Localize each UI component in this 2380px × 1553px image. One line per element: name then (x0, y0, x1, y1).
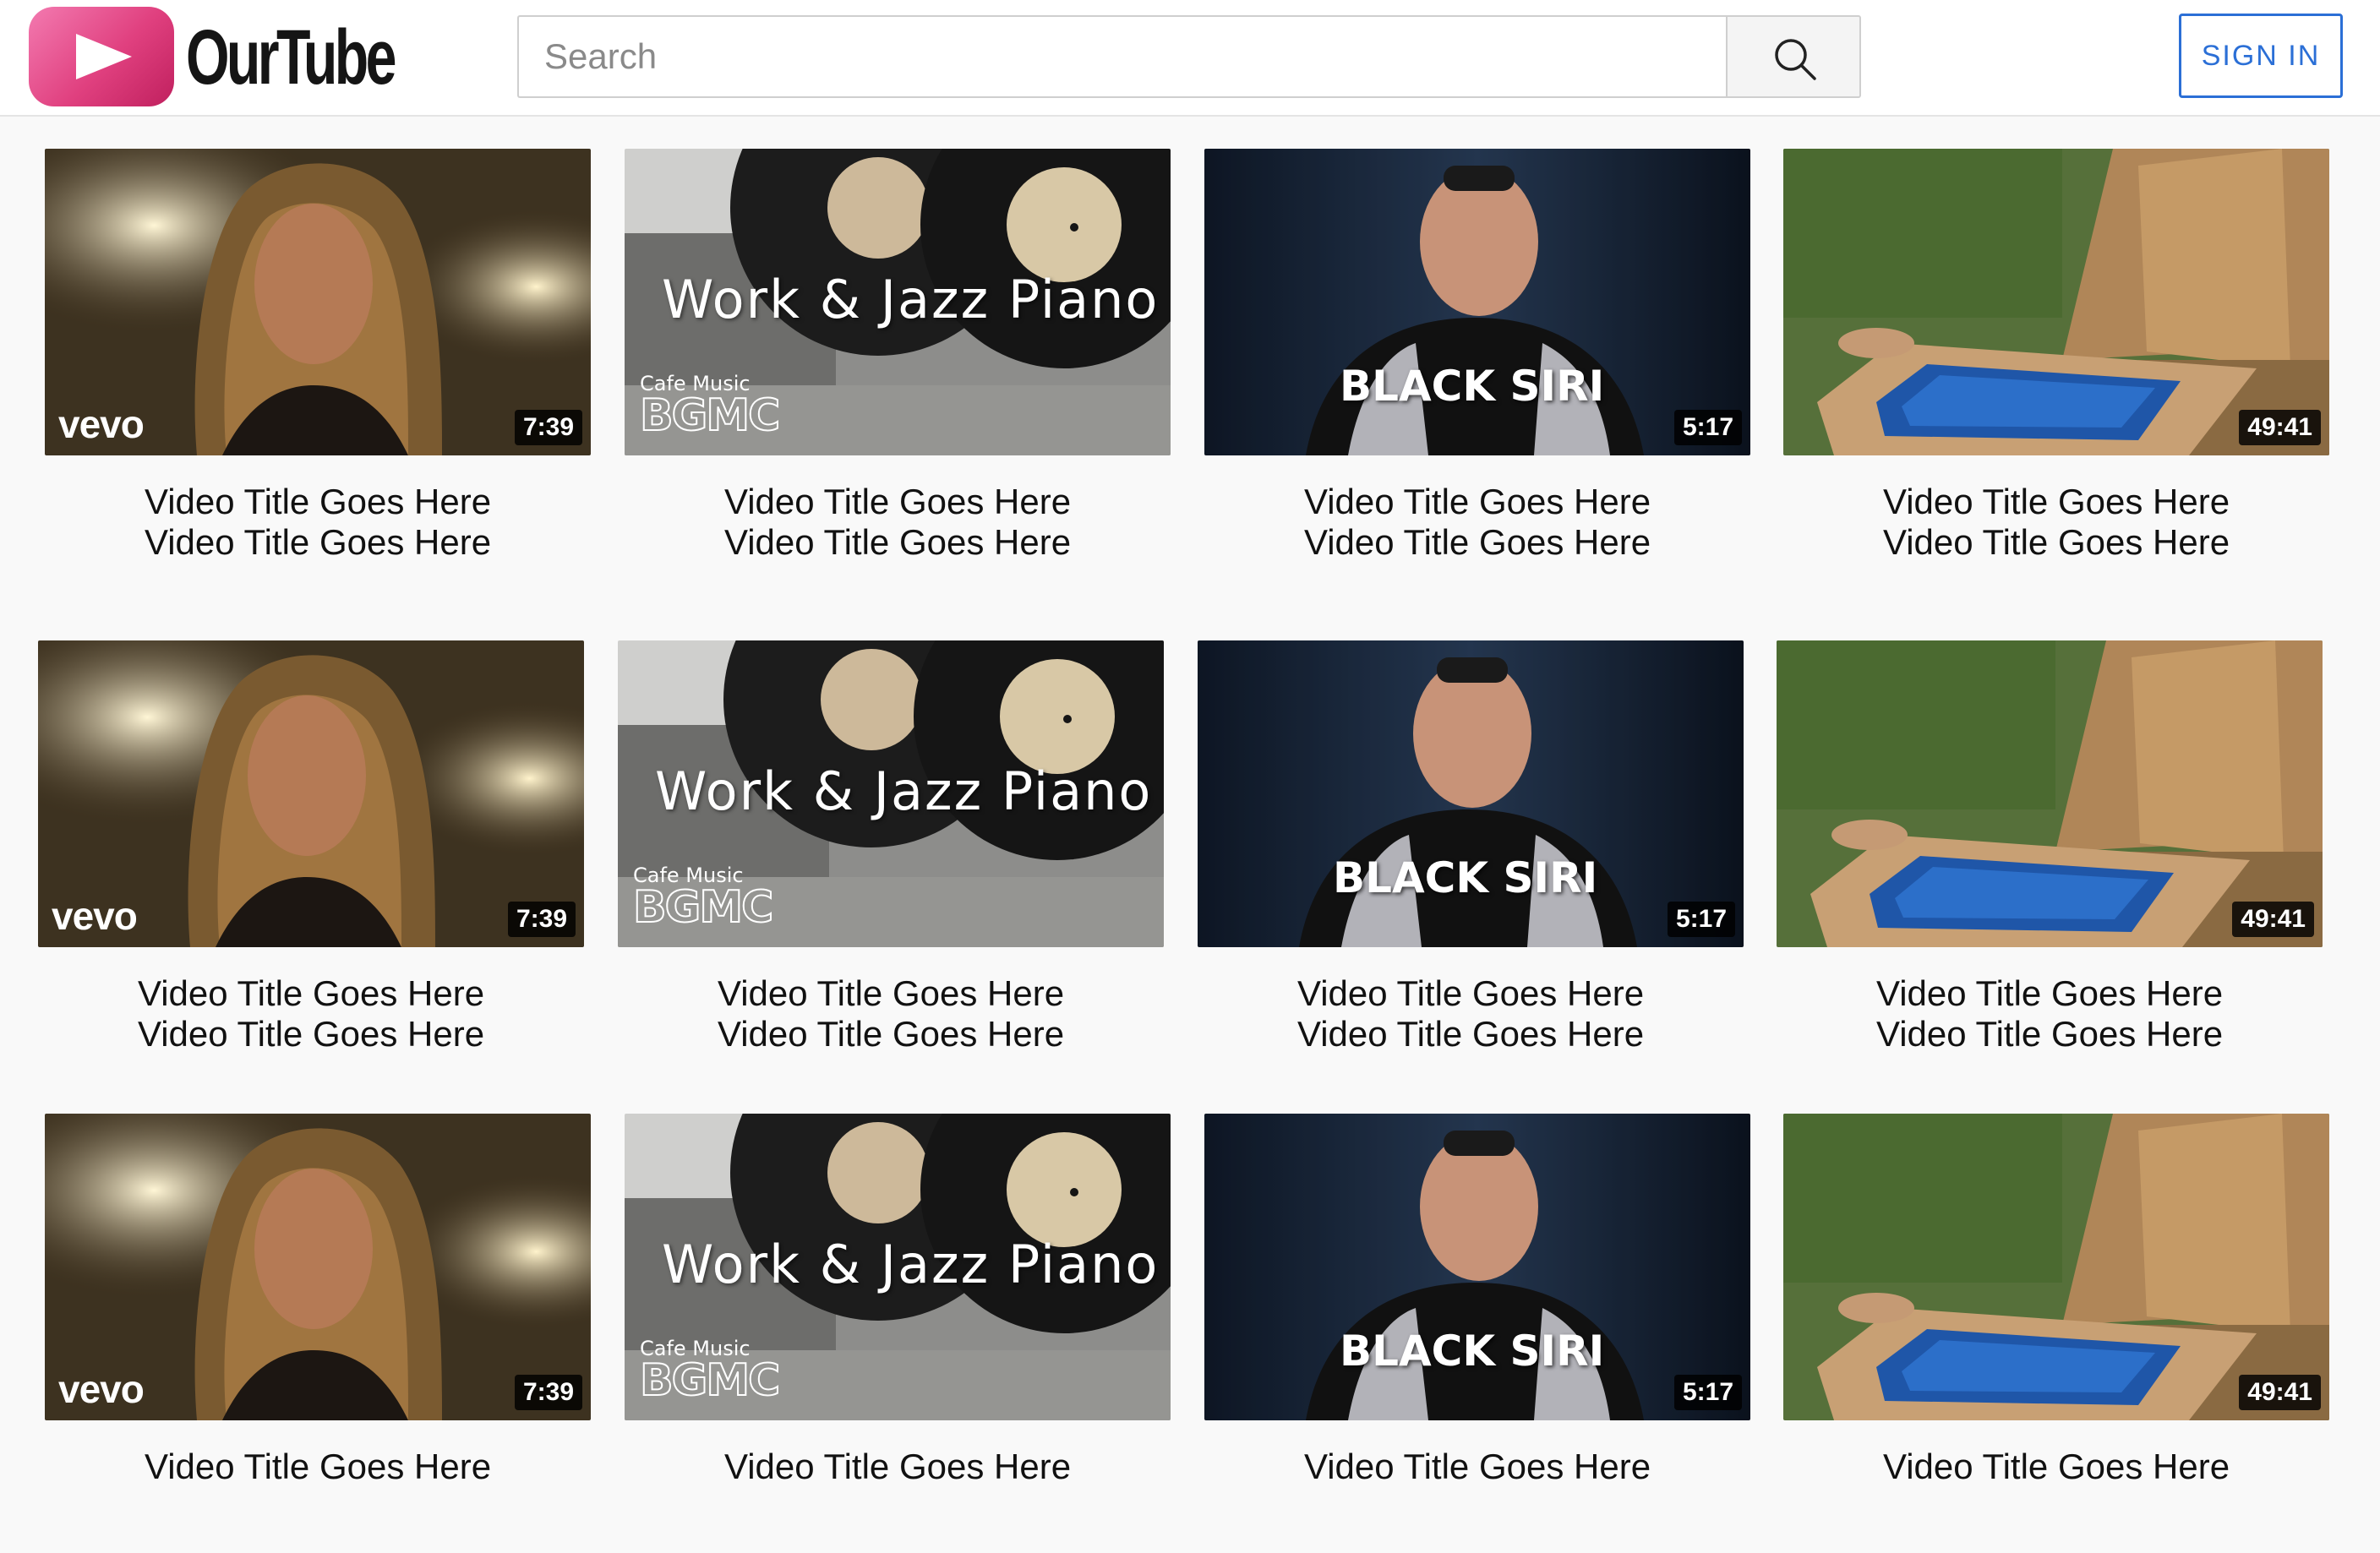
duration-badge: 5:17 (1667, 902, 1735, 937)
duration-badge: 49:41 (2239, 1375, 2321, 1410)
video-title-line: Video Title Goes Here (1882, 1447, 2230, 1486)
video-title[interactable]: Video Title Goes Here Video Title Goes He… (1777, 973, 2323, 1054)
thumbnail-overlay-title: Work & Jazz Piano (655, 760, 1153, 822)
video-thumbnail[interactable]: 49:41 (1783, 1114, 2329, 1420)
video-card[interactable]: 49:41 Video Title Goes Here Video Title Go… (1783, 149, 2329, 588)
thumbnail-overlay-logo: BGMC (639, 390, 781, 442)
video-thumbnail[interactable]: 49:41 (1777, 640, 2323, 947)
video-title-line: Video Title Goes Here (144, 522, 492, 562)
video-title-line: Video Title Goes Here (1875, 973, 2224, 1013)
video-title[interactable]: Video Title Goes Here Video Title Goes He… (45, 482, 591, 563)
video-title-line: Video Title Goes Here (137, 1014, 485, 1054)
video-title-line: Video Title Goes Here (723, 522, 1072, 562)
video-thumbnail[interactable]: vevo 7:39 (45, 1114, 591, 1420)
video-thumbnail[interactable]: Work & Jazz Piano Cafe Music BGMC (618, 640, 1164, 947)
duration-badge: 49:41 (2239, 410, 2321, 445)
video-thumbnail[interactable]: Work & Jazz Piano Cafe Music BGMC (625, 1114, 1171, 1420)
thumbnail-overlay-title: Work & Jazz Piano (662, 1234, 1160, 1295)
video-title-line: Video Title Goes Here (717, 973, 1065, 1013)
search-icon (1775, 39, 1816, 80)
play-triangle-icon (76, 34, 132, 79)
thumbnail-overlay-logo: BGMC (632, 881, 774, 934)
search-button[interactable] (1726, 15, 1861, 98)
video-title[interactable]: Video Title Goes Here Video Title Goes He… (618, 973, 1164, 1054)
video-title[interactable]: Video Title Goes Here (625, 1447, 1171, 1487)
video-title-line: Video Title Goes Here (1882, 482, 2230, 521)
channel-brand-label: vevo (58, 402, 145, 446)
video-card[interactable]: 49:41 Video Title Goes Here Video Title Go… (1777, 640, 2323, 1080)
video-card[interactable]: vevo 7:39 Video Title Goes Here Video Title… (38, 640, 584, 1080)
thumbnail-overlay-logo: BGMC (639, 1354, 781, 1407)
thumbnail-overlay-caption: BLACK SIRI (1340, 362, 1605, 411)
video-title-line: Video Title Goes Here (723, 1447, 1072, 1486)
video-title-line: Video Title Goes Here (144, 1447, 492, 1486)
video-title[interactable]: Video Title Goes Here Video Title Goes He… (625, 482, 1171, 563)
thumbnail-overlay-title: Work & Jazz Piano (662, 269, 1160, 330)
video-card[interactable]: BLACK SIRI 5:17 Video Title Goes Here Video… (1198, 640, 1744, 1080)
duration-badge: 7:39 (514, 1375, 582, 1410)
video-title-line: Video Title Goes Here (1303, 1447, 1651, 1486)
video-title[interactable]: Video Title Goes Here Video Title Goes He… (1783, 482, 2329, 563)
video-card[interactable]: Work & Jazz Piano Cafe Music BGMC Video Tit… (618, 640, 1164, 1080)
duration-badge: 7:39 (507, 902, 576, 937)
video-title-line: Video Title Goes Here (1303, 522, 1651, 562)
video-title-line: Video Title Goes Here (1882, 522, 2230, 562)
video-thumbnail[interactable]: vevo 7:39 (38, 640, 584, 947)
video-card[interactable]: BLACK SIRI 5:17 Video Title Goes Here (1204, 1114, 1750, 1553)
video-card[interactable]: vevo 7:39 Video Title Goes Here (45, 1114, 591, 1553)
video-title-line: Video Title Goes Here (1875, 1014, 2224, 1054)
play-logo-icon[interactable] (29, 7, 174, 106)
channel-brand-label: vevo (52, 894, 138, 938)
video-title[interactable]: Video Title Goes Here Video Title Goes He… (1198, 973, 1744, 1054)
video-card[interactable]: Work & Jazz Piano Cafe Music BGMC Video Tit… (625, 1114, 1171, 1553)
video-title-line: Video Title Goes Here (1296, 973, 1645, 1013)
video-title[interactable]: Video Title Goes Here Video Title Goes He… (38, 973, 584, 1054)
video-title-line: Video Title Goes Here (1296, 1014, 1645, 1054)
video-card[interactable]: vevo 7:39 Video Title Goes Here Video Title… (45, 149, 591, 588)
video-thumbnail[interactable]: BLACK SIRI 5:17 (1198, 640, 1744, 947)
video-thumbnail[interactable]: 49:41 (1783, 149, 2329, 455)
video-title-line: Video Title Goes Here (723, 482, 1072, 521)
thumbnail-overlay-caption: BLACK SIRI (1340, 1327, 1605, 1376)
video-title-line: Video Title Goes Here (717, 1014, 1065, 1054)
search-input[interactable] (517, 15, 1726, 98)
video-card[interactable]: Work & Jazz Piano Cafe Music BGMC Video Tit… (625, 149, 1171, 588)
video-title[interactable]: Video Title Goes Here (1204, 1447, 1750, 1487)
video-card[interactable]: 49:41 Video Title Goes Here (1783, 1114, 2329, 1553)
logo-wordmark[interactable]: OurTube (186, 15, 396, 100)
video-thumbnail[interactable]: BLACK SIRI 5:17 (1204, 1114, 1750, 1420)
video-title[interactable]: Video Title Goes Here Video Title Goes He… (1204, 482, 1750, 563)
duration-badge: 49:41 (2232, 902, 2314, 937)
top-bar: OurTube SIGN IN (0, 0, 2380, 117)
video-title-line: Video Title Goes Here (137, 973, 485, 1013)
video-title[interactable]: Video Title Goes Here (45, 1447, 591, 1487)
thumbnail-overlay-caption: BLACK SIRI (1333, 853, 1598, 902)
video-thumbnail[interactable]: BLACK SIRI 5:17 (1204, 149, 1750, 455)
sign-in-button[interactable]: SIGN IN (2179, 14, 2343, 98)
video-thumbnail[interactable]: vevo 7:39 (45, 149, 591, 455)
video-card[interactable]: BLACK SIRI 5:17 Video Title Goes Here Video… (1204, 149, 1750, 588)
video-thumbnail[interactable]: Work & Jazz Piano Cafe Music BGMC (625, 149, 1171, 455)
duration-badge: 7:39 (514, 410, 582, 445)
duration-badge: 5:17 (1673, 410, 1742, 445)
video-title-line: Video Title Goes Here (144, 482, 492, 521)
duration-badge: 5:17 (1673, 1375, 1742, 1410)
channel-brand-label: vevo (58, 1367, 145, 1411)
video-title-line: Video Title Goes Here (1303, 482, 1651, 521)
video-title[interactable]: Video Title Goes Here (1783, 1447, 2329, 1487)
